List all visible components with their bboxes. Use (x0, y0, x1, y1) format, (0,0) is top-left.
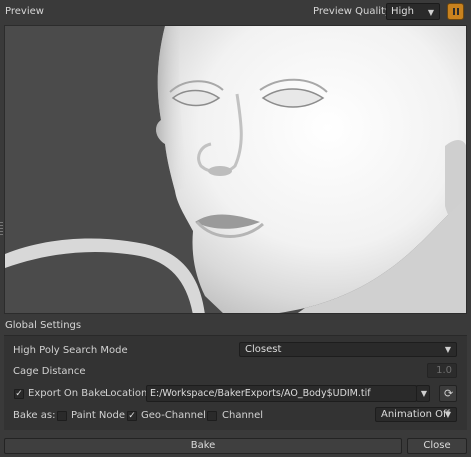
preview-viewport[interactable] (4, 25, 467, 314)
export-on-bake-label: Export On Bake (28, 388, 106, 399)
pause-button[interactable] (447, 3, 464, 20)
cage-distance-field[interactable]: 1.0 (427, 363, 457, 378)
high-poly-search-mode-value: Closest (245, 344, 282, 355)
refresh-icon: ⟳ (444, 387, 454, 400)
geo-channel-label: Geo-Channel (141, 410, 206, 421)
bake-button[interactable]: Bake (4, 438, 402, 454)
location-path-field[interactable]: E:/Workspace/BakerExports/AO_Body$UDIM.t… (146, 385, 417, 402)
channel-checkbox[interactable] (207, 411, 217, 421)
channel-label: Channel (222, 410, 264, 421)
preview-quality-value: High (391, 6, 414, 17)
bake-as-label: Bake as: (13, 410, 56, 421)
chevron-down-icon: ▼ (444, 410, 451, 419)
preview-quality-label: Preview Quality (313, 6, 391, 17)
preview-quality-dropdown[interactable]: High ▼ (386, 3, 440, 20)
paint-node-label: Paint Node (71, 410, 126, 421)
geo-channel-checkbox[interactable]: ✓ (127, 411, 137, 421)
close-button[interactable]: Close (407, 438, 467, 454)
high-poly-search-mode-label: High Poly Search Mode (13, 345, 128, 356)
cage-distance-label: Cage Distance (13, 366, 86, 377)
preview-title: Preview (5, 6, 44, 17)
location-label: Location (105, 388, 148, 399)
refresh-button[interactable]: ⟳ (439, 385, 457, 402)
chevron-down-icon: ▼ (444, 345, 451, 354)
paint-node-checkbox[interactable] (57, 411, 67, 421)
animation-value: Animation Off (381, 409, 450, 420)
resize-handle[interactable] (0, 222, 3, 236)
head-render (5, 26, 466, 313)
animation-dropdown[interactable]: Animation Off ▼ (375, 407, 457, 422)
chevron-down-icon: ▼ (420, 389, 427, 398)
chevron-down-icon: ▼ (427, 8, 434, 17)
export-on-bake-checkbox[interactable]: ✓ (14, 389, 24, 399)
location-dropdown-button[interactable]: ▼ (416, 385, 430, 402)
global-settings-title: Global Settings (5, 320, 82, 331)
high-poly-search-mode-dropdown[interactable]: Closest ▼ (239, 342, 457, 357)
